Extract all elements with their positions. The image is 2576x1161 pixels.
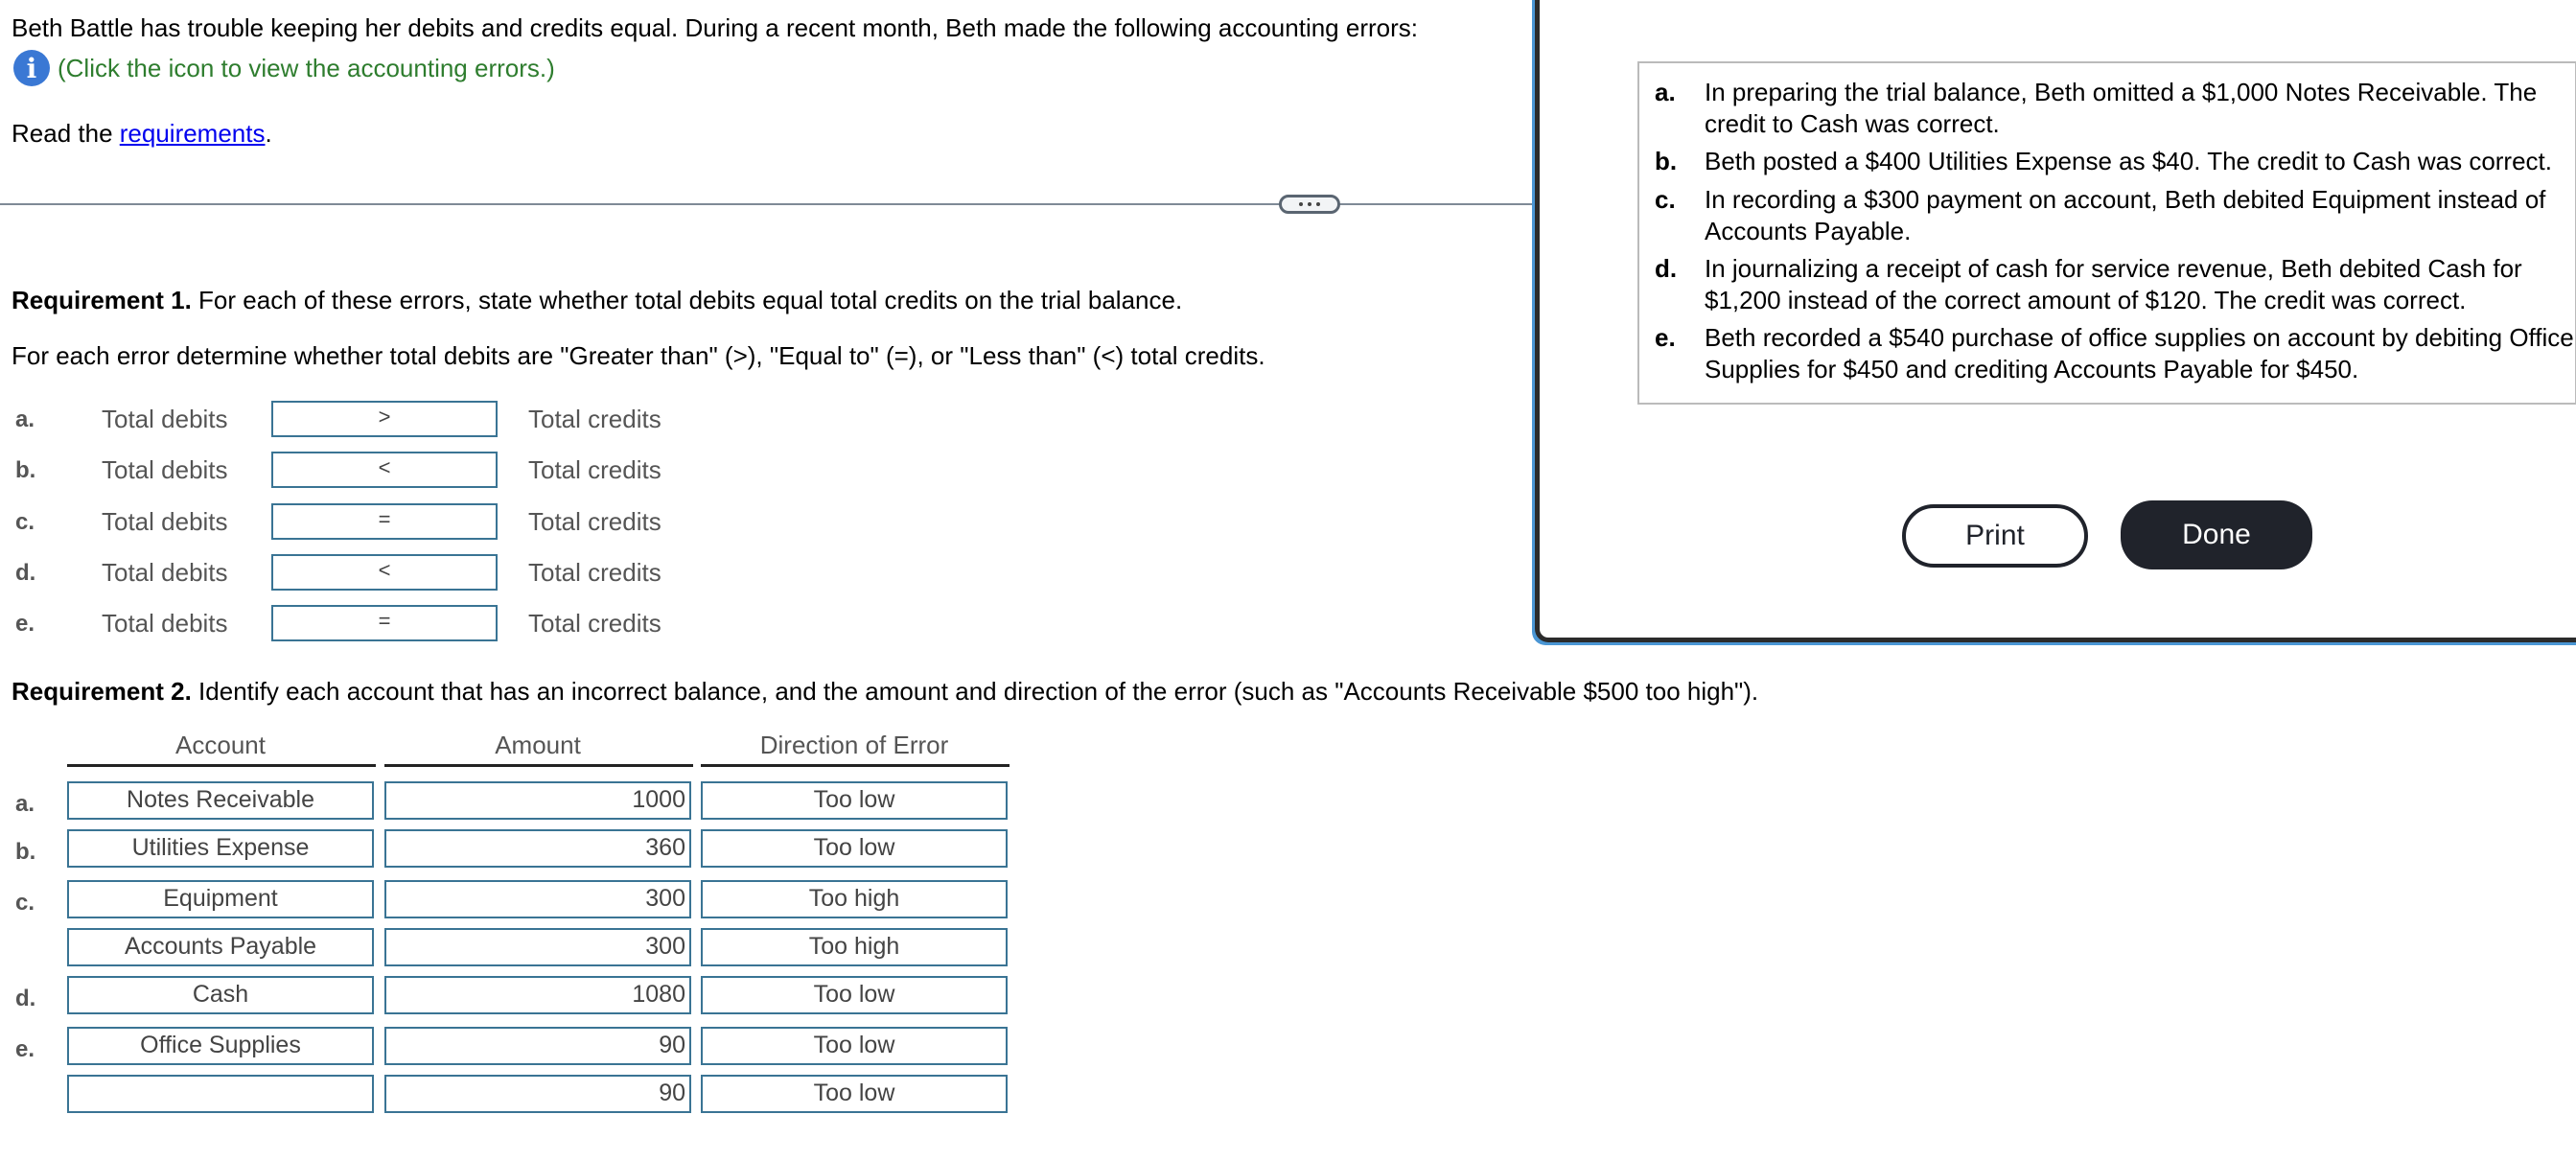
account-input[interactable]	[67, 1075, 374, 1113]
comparison-select[interactable]: <	[271, 554, 498, 591]
header-rule	[67, 764, 376, 767]
error-text: Beth recorded a $540 purchase of office …	[1705, 323, 2574, 383]
row-letter: c.	[15, 509, 35, 535]
comparison-select[interactable]: =	[271, 503, 498, 540]
column-header-amount: Amount	[495, 731, 581, 759]
direction-select[interactable]: Too low	[701, 976, 1008, 1014]
direction-select[interactable]: Too low	[701, 781, 1008, 820]
account-input[interactable]: Equipment	[67, 880, 374, 918]
row-letter: b.	[15, 839, 36, 865]
total-credits-label: Total credits	[528, 507, 661, 536]
problem-intro: Beth Battle has trouble keeping her debi…	[12, 13, 1418, 42]
account-input[interactable]: Cash	[67, 976, 374, 1014]
comparison-row: b. Total debits < Total credits	[0, 452, 729, 490]
error-letter: c.	[1655, 185, 1676, 214]
comparison-row: e. Total debits = Total credits	[0, 605, 729, 643]
error-text: In journalizing a receipt of cash for se…	[1705, 254, 2522, 314]
requirement1-text: For each of these errors, state whether …	[191, 286, 1183, 314]
comparison-select[interactable]: <	[271, 452, 498, 488]
more-dots-icon[interactable]	[1279, 195, 1340, 214]
error-letter: b.	[1655, 147, 1678, 175]
requirement1-heading: Requirement 1. For each of these errors,…	[12, 286, 1182, 315]
done-button[interactable]: Done	[2121, 500, 2312, 569]
total-debits-label: Total debits	[102, 609, 228, 638]
error-text: In recording a $300 payment on account, …	[1705, 185, 2546, 245]
error-letter: e.	[1655, 323, 1676, 352]
dot	[1316, 202, 1320, 206]
account-input[interactable]: Notes Receivable	[67, 781, 374, 820]
total-debits-label: Total debits	[102, 405, 228, 433]
account-input[interactable]: Utilities Expense	[67, 829, 374, 868]
read-requirements: Read the requirements.	[12, 119, 272, 149]
amount-input[interactable]: 360	[384, 829, 691, 868]
comparison-row: d. Total debits < Total credits	[0, 554, 729, 592]
row-letter: a.	[15, 791, 35, 817]
requirements-link[interactable]: requirements	[120, 119, 266, 148]
amount-input[interactable]: 90	[384, 1075, 691, 1113]
requirement1-title: Requirement 1.	[12, 286, 192, 314]
requirement2-title: Requirement 2.	[12, 677, 192, 706]
amount-input[interactable]: 1080	[384, 976, 691, 1014]
error-letter: d.	[1655, 254, 1678, 283]
total-debits-label: Total debits	[102, 455, 228, 484]
total-credits-label: Total credits	[528, 455, 661, 484]
comparison-row: a. Total debits > Total credits	[0, 401, 729, 439]
account-input[interactable]: Office Supplies	[67, 1027, 374, 1065]
direction-select[interactable]: Too high	[701, 880, 1008, 918]
column-header-account: Account	[175, 731, 266, 759]
amount-input[interactable]: 1000	[384, 781, 691, 820]
direction-select[interactable]: Too low	[701, 829, 1008, 868]
direction-select[interactable]: Too low	[701, 1027, 1008, 1065]
comparison-row: c. Total debits = Total credits	[0, 503, 729, 542]
column-header-direction: Direction of Error	[759, 731, 949, 759]
total-credits-label: Total credits	[528, 405, 661, 433]
read-suffix: .	[265, 119, 272, 148]
read-prefix: Read the	[12, 119, 120, 148]
requirement2-text: Identify each account that has an incorr…	[191, 677, 1759, 706]
info-icon[interactable]: i	[13, 50, 50, 86]
account-input[interactable]: Accounts Payable	[67, 928, 374, 966]
total-credits-label: Total credits	[528, 558, 661, 587]
direction-select[interactable]: Too high	[701, 928, 1008, 966]
dot	[1308, 202, 1311, 206]
error-letter: a.	[1655, 78, 1676, 106]
row-letter: e.	[15, 1036, 35, 1062]
requirement1-instruction: For each error determine whether total d…	[12, 341, 1265, 370]
dot	[1299, 202, 1303, 206]
info-row: i (Click the icon to view the accounting…	[13, 50, 555, 86]
comparison-select[interactable]: =	[271, 605, 498, 641]
row-letter: c.	[15, 890, 35, 916]
row-letter: e.	[15, 611, 35, 637]
error-text: Beth posted a $400 Utilities Expense as …	[1705, 147, 2552, 175]
info-hint-text: (Click the icon to view the accounting e…	[58, 53, 555, 82]
row-letter: d.	[15, 986, 36, 1011]
row-letter: b.	[15, 457, 36, 483]
print-button[interactable]: Print	[1902, 504, 2088, 568]
amount-input[interactable]: 300	[384, 928, 691, 966]
header-rule	[384, 764, 693, 767]
direction-select[interactable]: Too low	[701, 1075, 1008, 1113]
total-credits-label: Total credits	[528, 609, 661, 638]
error-text: In preparing the trial balance, Beth omi…	[1705, 78, 2538, 138]
errors-list: a. In preparing the trial balance, Beth o…	[1637, 61, 2576, 405]
amount-input[interactable]: 90	[384, 1027, 691, 1065]
row-letter: d.	[15, 560, 36, 586]
comparison-select[interactable]: >	[271, 401, 498, 437]
header-rule	[701, 764, 1010, 767]
amount-input[interactable]: 300	[384, 880, 691, 918]
row-letter: a.	[15, 406, 35, 432]
requirement2-heading: Requirement 2. Identify each account tha…	[12, 677, 1758, 707]
total-debits-label: Total debits	[102, 558, 228, 587]
total-debits-label: Total debits	[102, 507, 228, 536]
